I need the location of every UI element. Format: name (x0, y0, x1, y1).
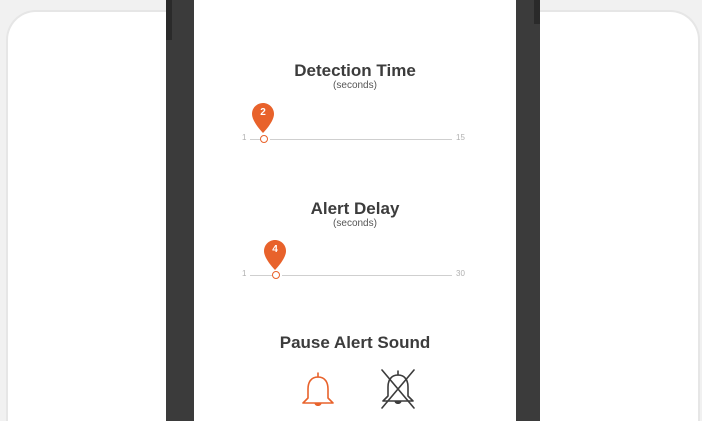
alert-delay-unit: (seconds) (333, 218, 377, 229)
alert-delay-slider[interactable]: 1 30 (242, 266, 472, 286)
detection-min-label: 1 (242, 133, 247, 142)
phone-button (166, 0, 172, 40)
detection-slider-knob[interactable] (260, 135, 268, 143)
phone-frame-right (516, 0, 540, 421)
detection-time-slider[interactable]: 1 15 (242, 130, 472, 150)
detection-time-unit: (seconds) (333, 80, 377, 91)
slider-track (270, 139, 452, 140)
detection-value-pin: 2 (252, 103, 274, 133)
phone-frame-left (166, 0, 194, 421)
alert-delay-slider-knob[interactable] (272, 271, 280, 279)
settings-screen: Detection Time (seconds) 2 1 15 Alert De… (194, 0, 516, 421)
slider-track-left (250, 275, 274, 276)
alert-delay-min-label: 1 (242, 269, 247, 278)
alert-delay-title: Alert Delay (310, 199, 400, 218)
alert-delay-max-label: 30 (456, 269, 465, 278)
slider-track (282, 275, 452, 276)
detection-value: 2 (260, 107, 266, 118)
phone-button (534, 0, 540, 24)
detection-time-title: Detection Time (294, 61, 416, 80)
bell-muted-icon[interactable] (378, 366, 418, 410)
detection-max-label: 15 (456, 133, 465, 142)
bell-icon[interactable] (298, 370, 338, 414)
alert-delay-value: 4 (272, 244, 278, 255)
pause-alert-sound-title: Pause Alert Sound (279, 333, 431, 352)
